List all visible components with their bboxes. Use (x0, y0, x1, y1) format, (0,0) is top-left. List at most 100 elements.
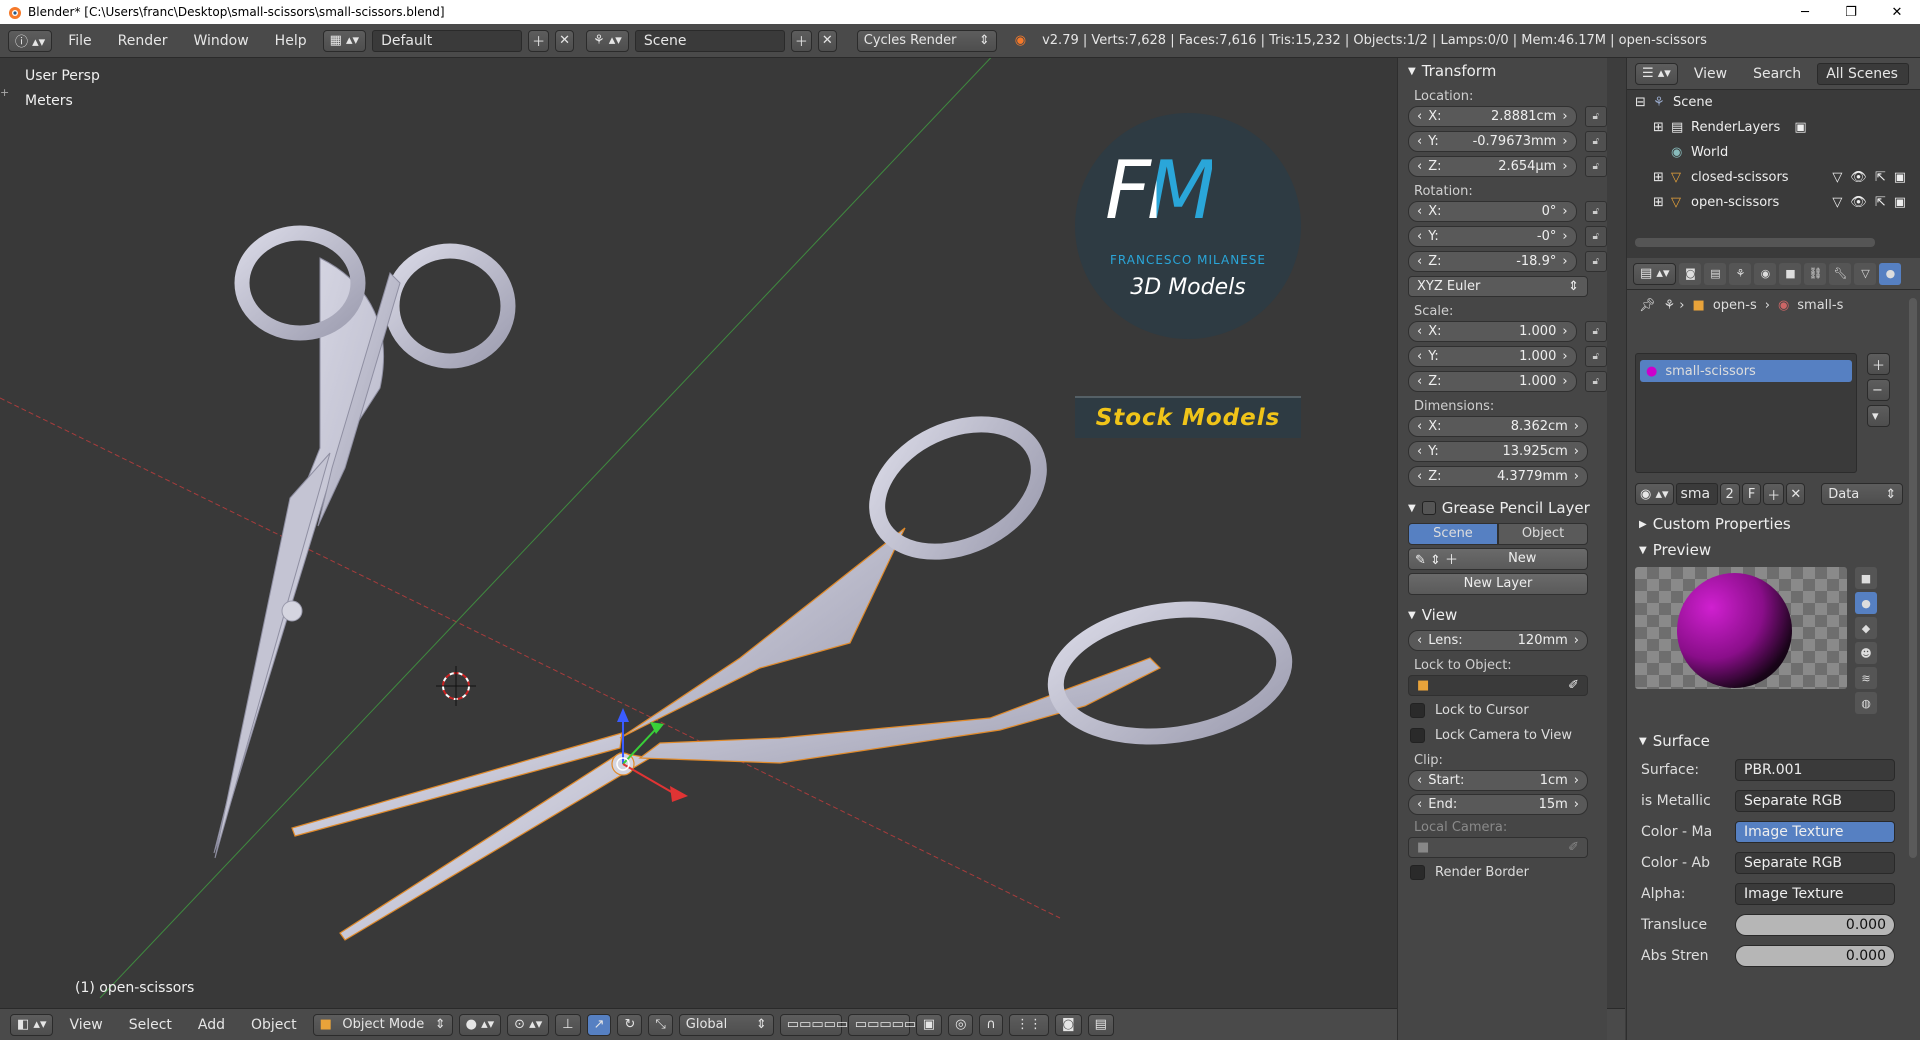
link-dropdown[interactable]: Data ⇕ (1821, 483, 1904, 505)
maximize-button[interactable]: ❐ (1828, 0, 1874, 24)
pivot-dropdown[interactable]: ⊙ ▴▾ (507, 1013, 550, 1036)
opengl-render-button[interactable]: ◙ (1054, 1013, 1082, 1036)
world-tab-icon[interactable]: ◉ (1754, 262, 1777, 285)
3d-viewport[interactable]: User Persp Meters (1) open-scissors + FM… (0, 58, 1397, 1008)
abs-strength-slider[interactable]: 0.000 (1735, 944, 1895, 967)
mode-dropdown[interactable]: ■ Object Mode ⇕ (312, 1013, 453, 1036)
constraints-tab-icon[interactable]: ⛓ (1804, 262, 1827, 285)
expand-plus-icon[interactable]: ⊞ (1653, 195, 1671, 210)
screen-layout-field[interactable]: Default (372, 29, 523, 52)
grease-scene-tab[interactable]: Scene (1408, 522, 1498, 545)
scale-toggle[interactable]: ⤡ (648, 1013, 673, 1036)
scale-z-field[interactable]: ‹ Z: 1.000 › (1408, 371, 1577, 392)
editor-type-info-button[interactable]: ⓘ ▴▾ (8, 29, 53, 52)
surface-shader-field[interactable]: PBR.001 (1735, 758, 1895, 781)
lock-icon[interactable]: 🔓︎ (1584, 251, 1607, 272)
3d-cursor-icon[interactable] (436, 666, 476, 706)
material-slot-list[interactable]: ● small-scissors (1635, 353, 1857, 473)
render-layers-tab-icon[interactable]: ▤ (1704, 262, 1727, 285)
material-slot-item[interactable]: ● small-scissors (1640, 360, 1852, 382)
lock-icon[interactable]: 🔓︎ (1584, 371, 1607, 392)
modifiers-tab-icon[interactable]: 🔧︎ (1829, 262, 1852, 285)
menu-object[interactable]: Object (241, 1017, 307, 1033)
lock-camera-checkbox[interactable] (1410, 728, 1425, 743)
outliner-item-world[interactable]: ◉ World (1627, 140, 1920, 165)
remove-layout-button[interactable]: ✕ (555, 29, 574, 52)
lock-icon[interactable]: 🔓︎ (1584, 106, 1607, 127)
lock-cursor-row[interactable]: Lock to Cursor (1398, 698, 1607, 723)
dimensions-z-field[interactable]: ‹ Z: 4.3779mm › (1408, 466, 1588, 487)
material-users-button[interactable]: 2 (1719, 483, 1740, 505)
lock-object-field[interactable]: ■ ✐ (1408, 675, 1588, 696)
outliner-menu-view[interactable]: View (1684, 66, 1737, 82)
manipulator-toggle[interactable]: ⊥ (555, 1013, 581, 1036)
remove-scene-button[interactable]: ✕ (817, 29, 837, 52)
scale-y-field[interactable]: ‹ Y: 1.000 › (1408, 346, 1577, 367)
menu-file[interactable]: File (58, 33, 101, 49)
unlink-material-button[interactable]: ✕ (1786, 483, 1806, 505)
lens-field[interactable]: ‹ Lens: 120mm › (1408, 630, 1588, 651)
expand-plus-icon[interactable]: ⊞ (1653, 170, 1671, 185)
rotation-x-field[interactable]: ‹ X: 0° › (1408, 201, 1577, 222)
properties-scrollbar[interactable] (1909, 298, 1917, 858)
object-tab-icon[interactable]: ■ (1779, 262, 1802, 285)
outliner-item-open-scissors[interactable]: ⊞ ▽ open-scissors ▽👁︎⇱▣ (1627, 190, 1920, 215)
outliner-item-closed-scissors[interactable]: ⊞ ▽ closed-scissors ▽👁︎⇱▣ (1627, 165, 1920, 190)
preview-header[interactable]: ▼ Preview (1627, 537, 1920, 563)
menu-help[interactable]: Help (265, 33, 317, 49)
render-layer-icon[interactable]: ▣ (1794, 120, 1806, 135)
fake-user-button[interactable]: F (1741, 483, 1762, 505)
scene-tab-icon[interactable]: ⚘ (1729, 262, 1752, 285)
pin-icon[interactable]: 📌︎ (1639, 298, 1656, 313)
add-scene-button[interactable]: ＋ (790, 29, 812, 52)
view-panel-header[interactable]: ▼ View (1398, 602, 1607, 628)
slot-specials-button[interactable]: ▾ (1867, 405, 1891, 427)
data-tab-icon[interactable]: ▽ (1854, 262, 1877, 285)
layers-grid-1[interactable]: ▭▭▭▭▭ (779, 1013, 848, 1036)
dimensions-x-field[interactable]: ‹ X: 8.362cm › (1408, 416, 1588, 437)
outliner-scrollbar[interactable] (1635, 238, 1875, 247)
location-x-field[interactable]: ‹ X: 2.8881cm › (1408, 106, 1577, 127)
new-layer-button[interactable]: New Layer (1408, 572, 1588, 595)
expand-minus-icon[interactable]: ⊟ (1635, 95, 1653, 110)
outliner-menu-search[interactable]: Search (1743, 66, 1811, 82)
scene-field[interactable]: Scene (634, 29, 785, 52)
clip-end-field[interactable]: ‹ End: 15m › (1408, 793, 1588, 815)
translucency-slider[interactable]: 0.000 (1735, 913, 1895, 936)
grease-object-tab[interactable]: Object (1498, 522, 1588, 545)
material-tab-icon[interactable]: ● (1879, 262, 1902, 285)
material-name-field[interactable]: sma (1675, 483, 1718, 505)
visibility-icons[interactable]: ▽👁︎⇱▣ (1832, 170, 1914, 185)
editor-type-button[interactable]: ◧ ▴▾ (10, 1013, 54, 1036)
lock-icon[interactable]: 🔓︎ (1584, 131, 1607, 152)
menu-window[interactable]: Window (183, 33, 258, 49)
alpha-field[interactable]: Image Texture (1735, 882, 1895, 905)
outliner-filter-dropdown[interactable]: All Scenes (1817, 62, 1910, 85)
preview-monkey-icon[interactable]: ☻ (1855, 642, 1877, 664)
lock-icon[interactable]: 🔓︎ (1584, 346, 1607, 367)
browse-material-button[interactable]: ◉ ▴▾ (1635, 483, 1674, 505)
lock-icon[interactable]: 🔓︎ (1584, 321, 1607, 342)
render-border-row[interactable]: Render Border (1398, 860, 1607, 885)
menu-render[interactable]: Render (108, 33, 178, 49)
outliner-editor-type-button[interactable]: ☰ ▴▾ (1635, 62, 1678, 85)
eyedropper-icon[interactable]: ✐ (1568, 678, 1579, 693)
dimensions-y-field[interactable]: ‹ Y: 13.925cm › (1408, 441, 1588, 462)
outliner-item-renderlayers[interactable]: ⊞ ▤ RenderLayers ▣ (1627, 115, 1920, 140)
grease-pencil-header[interactable]: ▼ Grease Pencil Layer (1398, 495, 1607, 521)
menu-view[interactable]: View (59, 1017, 112, 1033)
snap-toggle[interactable]: ∩ (979, 1013, 1003, 1036)
rotation-z-field[interactable]: ‹ Z: -18.9° › (1408, 251, 1577, 272)
screen-layout-button[interactable]: ▦ ▴▾ (322, 29, 367, 52)
layers-grid-2[interactable]: ▭▭▭▭▭ (847, 1013, 916, 1036)
scale-x-field[interactable]: ‹ X: 1.000 › (1408, 321, 1577, 342)
shading-dropdown[interactable]: ● ▴▾ (458, 1013, 502, 1036)
lock-icon[interactable]: 🔓︎ (1584, 201, 1607, 222)
add-slot-button[interactable]: ＋ (1867, 353, 1891, 375)
outliner-item-scene[interactable]: ⊟ ⚘ Scene (1627, 90, 1920, 115)
preview-flat-icon[interactable]: ■ (1855, 567, 1877, 589)
visibility-icons[interactable]: ▽👁︎⇱▣ (1832, 195, 1914, 210)
lock-camera-row[interactable]: Lock Camera to View (1398, 723, 1607, 748)
closed-scissors-object[interactable] (213, 225, 516, 859)
grease-new-button[interactable]: ✎ ⇕ ＋ New (1408, 547, 1588, 570)
